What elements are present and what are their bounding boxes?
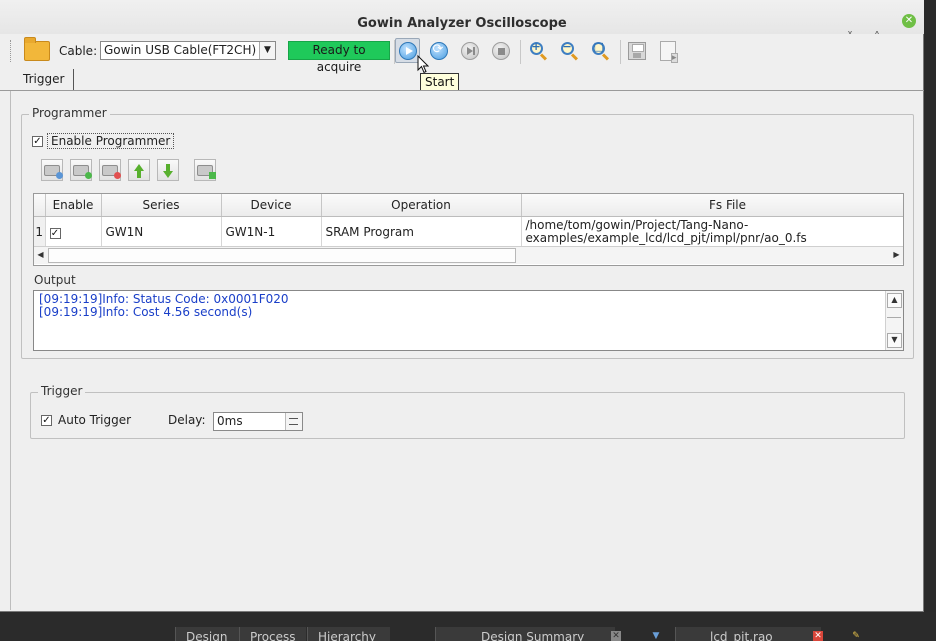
remove-device-button[interactable] [99, 159, 121, 181]
output-line: [09:19:19]Info: Cost 4.56 second(s) [39, 305, 253, 319]
toolbar-separator [520, 40, 521, 64]
arrow-up-icon [134, 163, 144, 178]
export-icon [659, 40, 678, 63]
repeat-icon [429, 41, 448, 60]
edit-file-icon: ✎ [852, 631, 860, 641]
close-icon[interactable]: ✕ [902, 14, 916, 28]
scroll-up-icon[interactable]: ▲ [887, 293, 902, 308]
remove-chip-icon [102, 164, 121, 179]
scrollbar-thumb[interactable] [887, 317, 901, 334]
move-down-button[interactable] [157, 159, 179, 181]
title-bar[interactable]: Gowin Analyzer Oscilloscope ˅ ˄ ✕ [0, 0, 924, 44]
row-number: 1 [34, 216, 46, 247]
add-device-button[interactable] [70, 159, 92, 181]
zoom-fit-button[interactable]: □ [588, 38, 613, 63]
header-device[interactable]: Device [221, 194, 322, 217]
window-title: Gowin Analyzer Oscilloscope [357, 16, 567, 31]
scan-chip-icon [44, 164, 63, 179]
zoom-in-icon: + [529, 40, 549, 61]
enable-programmer-label: Enable Programmer [47, 133, 175, 149]
header-series[interactable]: Series [101, 194, 222, 217]
save-disk-icon [627, 41, 646, 60]
delay-spinbox[interactable]: 0ms [213, 412, 303, 431]
check-icon[interactable]: ✓ [41, 414, 52, 426]
row-device-cell[interactable]: GW1N-1 [221, 216, 322, 247]
stop-button[interactable] [488, 38, 513, 63]
tab-design-summary[interactable]: Design Summary [435, 627, 615, 641]
move-up-button[interactable] [128, 159, 150, 181]
cable-select-value: Gowin USB Cable(FT2CH) [104, 43, 257, 57]
arrow-down-icon [163, 163, 173, 178]
tab-hierarchy[interactable]: Hierarchy [307, 627, 390, 641]
desktop-background-right [924, 0, 936, 641]
zoom-in-button[interactable]: + [526, 38, 551, 63]
scan-device-button[interactable] [41, 159, 63, 181]
oscilloscope-window: Gowin Analyzer Oscilloscope ˅ ˄ ✕ Cable:… [0, 0, 924, 612]
tab-design[interactable]: Design [175, 627, 240, 641]
auto-trigger-checkbox[interactable]: ✓ Auto Trigger [41, 413, 131, 427]
device-table: Enable Series Device Operation Fs File 1… [33, 193, 904, 266]
main-toolbar: Cable: Gowin USB Cable(FT2CH) ▼ Ready to… [10, 36, 920, 74]
header-fs-file[interactable]: Fs File [521, 194, 903, 217]
toolbar-separator [620, 40, 621, 64]
program-chip-icon [197, 164, 216, 179]
table-row[interactable]: 1 ✓ GW1N GW1N-1 SRAM Program /home/tom/g… [34, 216, 903, 247]
enable-programmer-checkbox[interactable]: ✓ Enable Programmer [32, 133, 175, 149]
zoom-out-icon: − [560, 40, 580, 61]
row-number-header [34, 194, 46, 217]
tab-rao-file[interactable]: lcd_pjt.rao [675, 627, 821, 641]
toolbar-grip[interactable] [10, 40, 14, 62]
zoom-fit-icon: □ [591, 40, 611, 61]
program-device-button[interactable] [194, 159, 216, 181]
zoom-out-button[interactable]: − [557, 38, 582, 63]
trigger-group-title: Trigger [38, 384, 86, 398]
table-horizontal-scrollbar[interactable]: ◀ ▶ [34, 246, 903, 264]
step-icon [460, 41, 479, 60]
trigger-group: Trigger ✓ Auto Trigger Delay: 0ms [30, 384, 905, 439]
header-enable[interactable]: Enable [45, 194, 102, 217]
close-icon[interactable]: ✕ [611, 631, 621, 641]
cable-label: Cable: [59, 44, 98, 58]
play-icon [398, 41, 417, 60]
tab-trigger[interactable]: Trigger [16, 69, 74, 90]
delay-value: 0ms [217, 414, 243, 428]
step-button[interactable] [457, 38, 482, 63]
close-icon[interactable]: ✕ [813, 631, 823, 641]
open-folder-icon[interactable] [24, 37, 50, 61]
acquire-status-badge: Ready to acquire [288, 41, 390, 74]
header-operation[interactable]: Operation [321, 194, 522, 217]
tab-bar: Trigger [0, 67, 924, 91]
delay-label: Delay: [168, 413, 206, 427]
row-enable-cell[interactable]: ✓ [45, 216, 102, 247]
stop-icon [491, 41, 510, 60]
tab-process[interactable]: Process [239, 627, 306, 641]
output-log[interactable]: [09:19:19]Info: Status Code: 0x0001F020 … [33, 290, 904, 351]
chevron-down-icon[interactable]: ▼ [259, 42, 275, 59]
output-line: [09:19:19]Info: Status Code: 0x0001F020 [39, 292, 289, 306]
programmer-group-title: Programmer [29, 106, 110, 120]
scroll-left-icon[interactable]: ◀ [34, 248, 47, 262]
check-icon[interactable]: ✓ [32, 135, 43, 147]
output-vertical-scrollbar[interactable]: ▲ ▼ [885, 291, 903, 350]
output-label: Output [34, 273, 76, 287]
gowin-logo-icon: ▼ [652, 631, 660, 641]
spin-arrows-icon[interactable] [285, 413, 302, 430]
scroll-down-icon[interactable]: ▼ [887, 333, 902, 348]
check-icon[interactable]: ✓ [49, 227, 61, 239]
save-button[interactable] [624, 38, 649, 63]
cable-select[interactable]: Gowin USB Cable(FT2CH) ▼ [100, 41, 276, 60]
row-series-cell[interactable]: GW1N [101, 216, 222, 247]
row-fs-file-cell[interactable]: /home/tom/gowin/Project/Tang-Nano- examp… [521, 216, 903, 247]
add-chip-icon [73, 164, 92, 179]
row-operation-cell[interactable]: SRAM Program [321, 216, 522, 247]
fs-file-path-line-2: examples/example_lcd/lcd_pjt/impl/pnr/ao… [525, 231, 807, 245]
scroll-right-icon[interactable]: ▶ [890, 248, 903, 262]
scrollbar-thumb[interactable] [48, 248, 516, 263]
auto-trigger-label: Auto Trigger [58, 413, 132, 427]
export-button[interactable] [655, 38, 680, 63]
table-header-row: Enable Series Device Operation Fs File [34, 194, 903, 217]
ide-bottom-tabs: Design Process Hierarchy Design Summary … [175, 627, 936, 641]
programmer-group: Programmer ✓ Enable Programmer Enable Se… [21, 106, 914, 359]
auto-repeat-button[interactable] [426, 38, 451, 63]
